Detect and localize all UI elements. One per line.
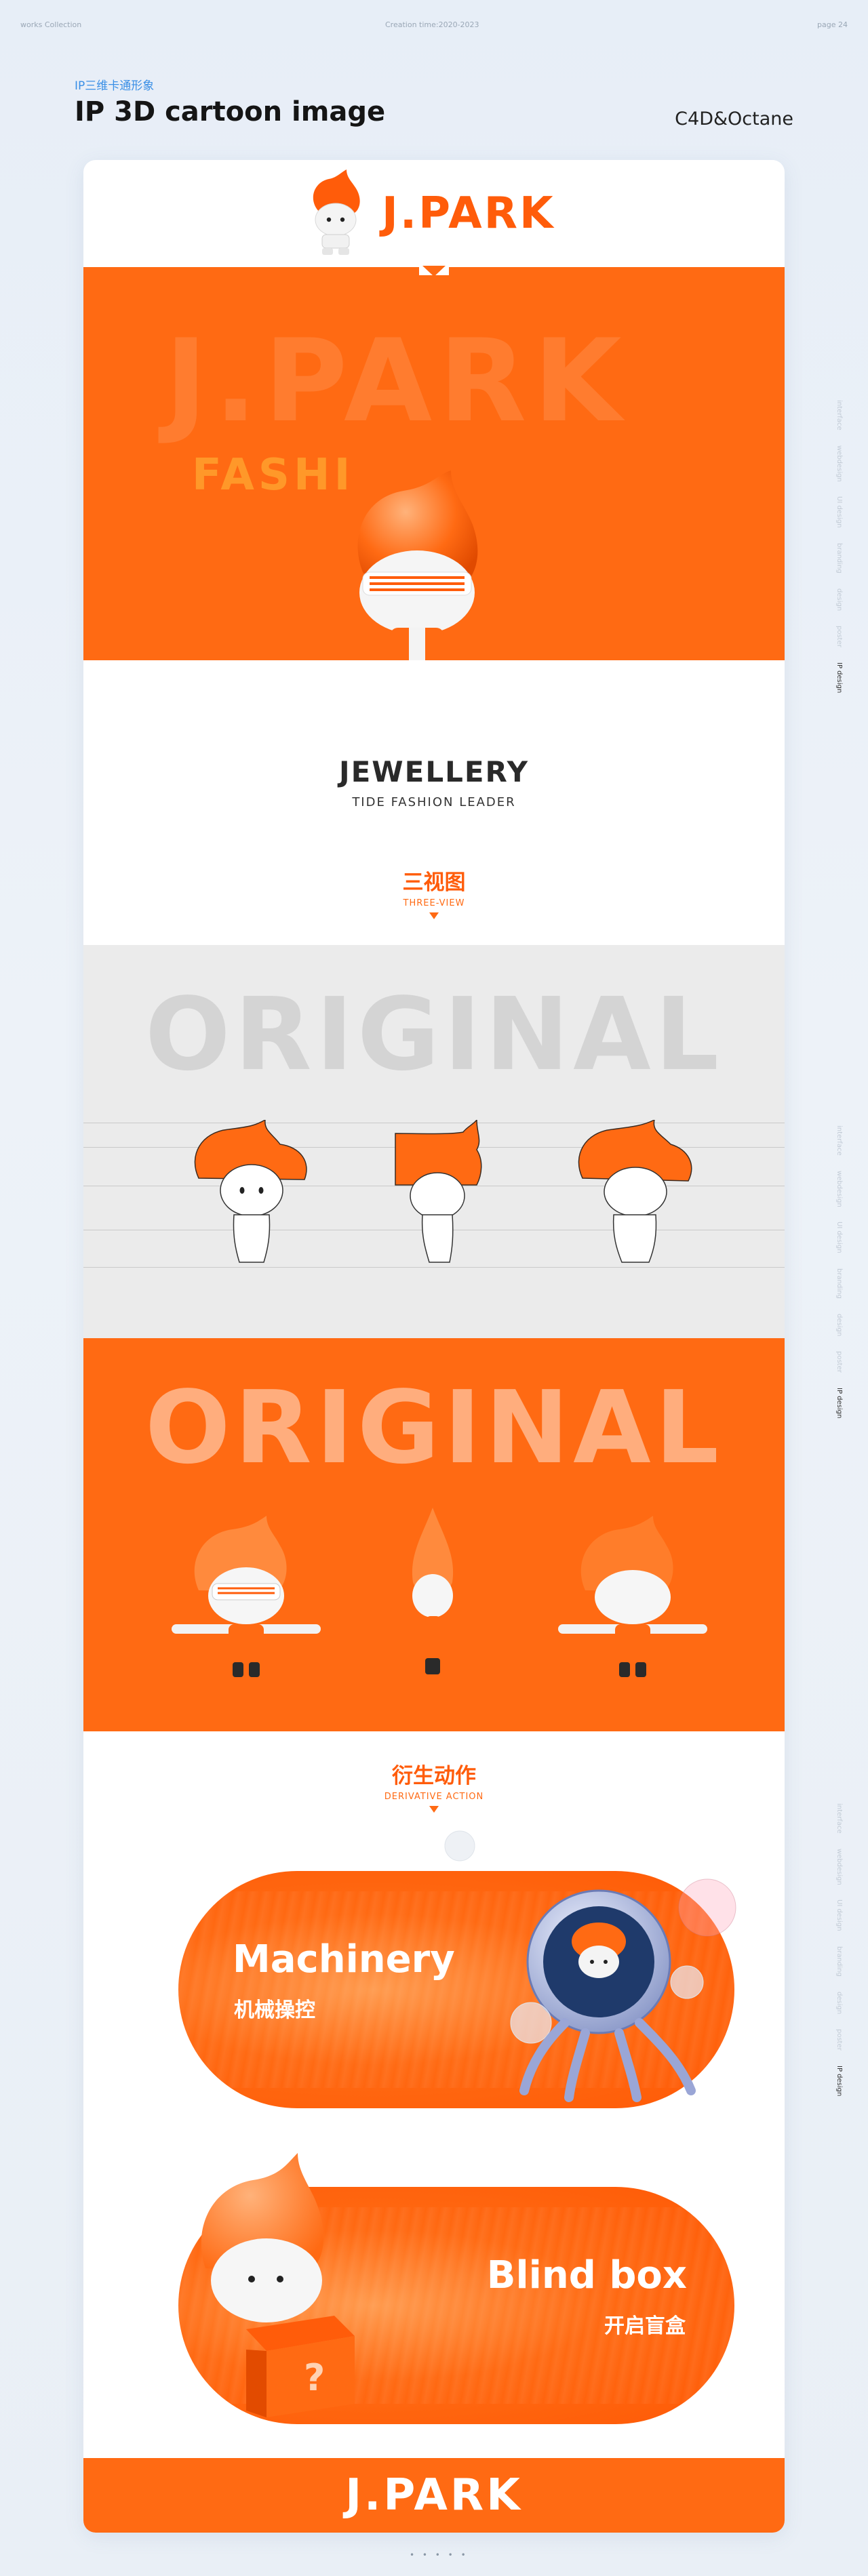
page-subtitle: IP三维卡通形象 <box>75 79 155 93</box>
side-label-active: IP design <box>835 1387 843 1419</box>
three-view-orange-panel: ORIGINAL <box>83 1338 785 1731</box>
mascot-3d-side <box>412 1508 454 1674</box>
mascot-3d-back <box>558 1516 707 1677</box>
page-title: IP 3D cartoon image <box>75 96 386 127</box>
derivative-title-cn: 衍生动作 <box>392 1764 476 1788</box>
product-title-block: JEWELLERY TIDE FASHION LEADER <box>83 755 785 809</box>
showcase-card: J.PARK J.PARK FASHI JEWELLERY TIDE FASHI… <box>83 160 785 2533</box>
side-label: design <box>835 1313 843 1337</box>
mascot-mech-robot <box>510 1878 736 2102</box>
side-label: branding <box>835 1946 843 1977</box>
side-label: UI design <box>835 1899 843 1932</box>
side-label-active: IP design <box>835 2065 843 2097</box>
brand-header: J.PARK <box>83 160 785 267</box>
side-labels-1: interface webdesign UI design branding d… <box>835 400 849 708</box>
side-label: poster <box>835 626 843 647</box>
mascot-3d-image <box>357 470 478 660</box>
machinery-title: Machinery <box>233 1937 455 1981</box>
side-label: branding <box>835 543 843 573</box>
brand-logo-text: J.PARK <box>382 188 555 239</box>
tools-label: C4D&Octane <box>675 108 793 129</box>
side-label: poster <box>835 1351 843 1373</box>
mascot-3d-front <box>172 1516 321 1677</box>
side-label: interface <box>835 1125 843 1156</box>
blind-box-title: Blind box <box>486 2253 687 2297</box>
hero-banner: J.PARK FASHI <box>83 267 785 660</box>
footer-banner: J.PARK <box>83 2458 785 2533</box>
side-label-active: IP design <box>835 662 843 693</box>
side-label: UI design <box>835 496 843 529</box>
page-number: page 24 <box>817 20 848 29</box>
side-label: webdesign <box>835 1170 843 1207</box>
side-label: UI design <box>835 1222 843 1254</box>
top-meta-bar: works Collection Creation time:2020-2023… <box>0 20 868 34</box>
product-tagline: TIDE FASHION LEADER <box>352 795 516 809</box>
svg-text:?: ? <box>304 2356 325 2399</box>
side-label: design <box>835 1991 843 2015</box>
page-indicator[interactable]: • • • • • <box>410 2550 469 2560</box>
side-label: design <box>835 588 843 611</box>
down-arrow-icon <box>429 912 439 919</box>
original-watermark-orange: ORIGINAL <box>144 1369 724 1486</box>
side-label: webdesign <box>835 1848 843 1885</box>
hero-background-text: J.PARK <box>165 315 629 447</box>
blind-box-subtitle: 开启盲盒 <box>604 2314 686 2338</box>
three-view-title-en: THREE-VIEW <box>403 898 465 908</box>
side-label: branding <box>835 1268 843 1299</box>
side-label: interface <box>835 1803 843 1834</box>
derivative-heading: 衍生动作 DERIVATIVE ACTION <box>83 1758 785 1813</box>
side-label: interface <box>835 400 843 430</box>
three-view-title-cn: 三视图 <box>402 870 466 895</box>
mascot-logo-icon <box>313 169 360 255</box>
side-label: poster <box>835 2029 843 2051</box>
mascot-back-view <box>578 1120 692 1263</box>
side-labels-2: interface webdesign UI design branding d… <box>835 1125 849 1433</box>
machinery-subtitle: 机械操控 <box>234 1998 315 2022</box>
bubble-decoration <box>444 1830 475 1861</box>
mascot-front-view <box>194 1120 307 1263</box>
three-view-grey-panel: ORIGINAL <box>83 945 785 1338</box>
creation-time: Creation time:2020-2023 <box>385 20 479 29</box>
footer-logo-text: J.PARK <box>345 2470 523 2520</box>
down-arrow-icon <box>429 1806 439 1813</box>
derivative-title-en: DERIVATIVE ACTION <box>384 1792 484 1802</box>
side-label: webdesign <box>835 445 843 482</box>
product-title: JEWELLERY <box>338 755 529 788</box>
original-watermark-grey: ORIGINAL <box>144 976 724 1093</box>
mascot-side-view <box>395 1120 482 1263</box>
side-labels-3: interface webdesign UI design branding d… <box>835 1803 849 2111</box>
hero-notch <box>422 266 446 277</box>
collection-label: works Collection <box>20 20 82 29</box>
three-view-heading: 三视图 THREE-VIEW <box>83 865 785 919</box>
mascot-blind-box: ? <box>201 2153 355 2417</box>
